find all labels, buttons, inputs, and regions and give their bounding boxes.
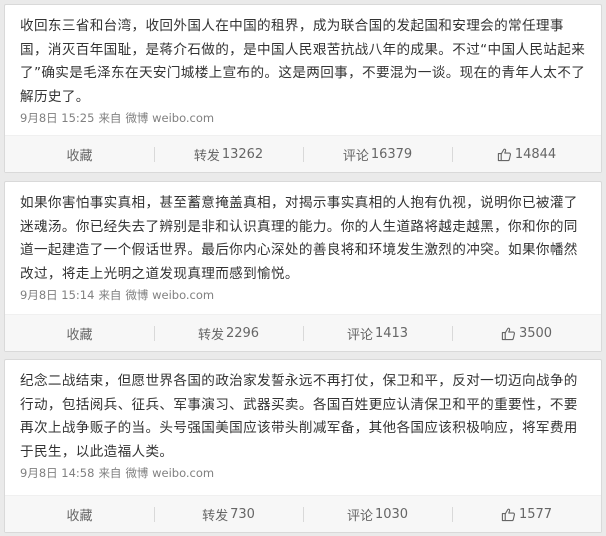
repost-label: 转发 [193, 148, 220, 164]
collect-button[interactable]: 收藏 [5, 136, 154, 172]
post-date[interactable]: 9月8日 14:58 [20, 466, 94, 480]
post-meta: 9月8日 15:25 来自 微博 weibo.com [20, 110, 586, 126]
repost-count: 730 [230, 506, 255, 522]
post-source[interactable]: 微博 weibo.com [125, 111, 214, 125]
post-text: 收回东三省和台湾，收回外国人在中国的租界，成为联合国的发起国和安理会的常任理事国… [20, 18, 586, 105]
comment-count: 1030 [374, 506, 409, 522]
post-source[interactable]: 微博 weibo.com [125, 288, 214, 302]
comment-label: 评论 [346, 508, 373, 524]
post-date[interactable]: 9月8日 15:14 [20, 288, 94, 302]
repost-button[interactable]: 转发 730 [154, 496, 303, 532]
comment-button[interactable]: 评论 1413 [303, 315, 452, 351]
collect-label: 收藏 [66, 148, 93, 164]
repost-label: 转发 [197, 327, 224, 343]
like-button[interactable]: 3500 [452, 315, 601, 351]
like-button[interactable]: 14844 [452, 136, 601, 172]
like-count: 14844 [514, 146, 557, 162]
post-body: 纪念二战结束，但愿世界各国的政治家发誓永远不再打仗，保卫和平，反对一切迈向战争的… [20, 370, 586, 481]
post-body: 如果你害怕事实真相，甚至蓄意掩盖真相，对揭示事实真相的人抱有仇视，说明你已被灌了… [20, 192, 586, 303]
post-text: 纪念二战结束，但愿世界各国的政治家发誓永远不再打仗，保卫和平，反对一切迈向战争的… [20, 373, 578, 460]
repost-label: 转发 [202, 508, 229, 524]
source-prefix: 来自 [98, 466, 122, 480]
weibo-post: 纪念二战结束，但愿世界各国的政治家发誓永远不再打仗，保卫和平，反对一切迈向战争的… [4, 359, 602, 533]
post-body: 收回东三省和台湾，收回外国人在中国的租界，成为联合国的发起国和安理会的常任理事国… [20, 15, 586, 126]
repost-button[interactable]: 转发 13262 [154, 136, 303, 172]
post-action-bar: 收藏 转发 2296 评论 1413 3500 [5, 314, 601, 351]
post-source[interactable]: 微博 weibo.com [125, 466, 214, 480]
repost-button[interactable]: 转发 2296 [154, 315, 303, 351]
post-action-bar: 收藏 转发 13262 评论 16379 14844 [5, 135, 601, 172]
like-count: 3500 [518, 325, 553, 341]
comment-count: 1413 [374, 325, 409, 341]
thumbs-up-icon [501, 507, 516, 522]
post-meta: 9月8日 14:58 来自 微博 weibo.com [20, 465, 586, 481]
comment-label: 评论 [342, 148, 369, 164]
post-date[interactable]: 9月8日 15:25 [20, 111, 94, 125]
post-text: 如果你害怕事实真相，甚至蓄意掩盖真相，对揭示事实真相的人抱有仇视，说明你已被灌了… [20, 195, 578, 282]
comment-button[interactable]: 评论 16379 [303, 136, 452, 172]
repost-count: 13262 [221, 146, 264, 162]
comment-count: 16379 [370, 146, 413, 162]
like-count: 1577 [518, 506, 553, 522]
weibo-post: 收回东三省和台湾，收回外国人在中国的租界，成为联合国的发起国和安理会的常任理事国… [4, 4, 602, 173]
thumbs-up-icon [497, 147, 512, 162]
collect-label: 收藏 [66, 508, 93, 524]
collect-button[interactable]: 收藏 [5, 496, 154, 532]
collect-label: 收藏 [66, 327, 93, 343]
source-prefix: 来自 [98, 288, 122, 302]
comment-button[interactable]: 评论 1030 [303, 496, 452, 532]
comment-label: 评论 [346, 327, 373, 343]
weibo-feed: 收回东三省和台湾，收回外国人在中国的租界，成为联合国的发起国和安理会的常任理事国… [0, 0, 606, 536]
like-button[interactable]: 1577 [452, 496, 601, 532]
post-action-bar: 收藏 转发 730 评论 1030 1577 [5, 495, 601, 532]
weibo-post: 如果你害怕事实真相，甚至蓄意掩盖真相，对揭示事实真相的人抱有仇视，说明你已被灌了… [4, 181, 602, 352]
thumbs-up-icon [501, 326, 516, 341]
source-prefix: 来自 [98, 111, 122, 125]
collect-button[interactable]: 收藏 [5, 315, 154, 351]
repost-count: 2296 [225, 325, 260, 341]
post-meta: 9月8日 15:14 来自 微博 weibo.com [20, 287, 586, 303]
